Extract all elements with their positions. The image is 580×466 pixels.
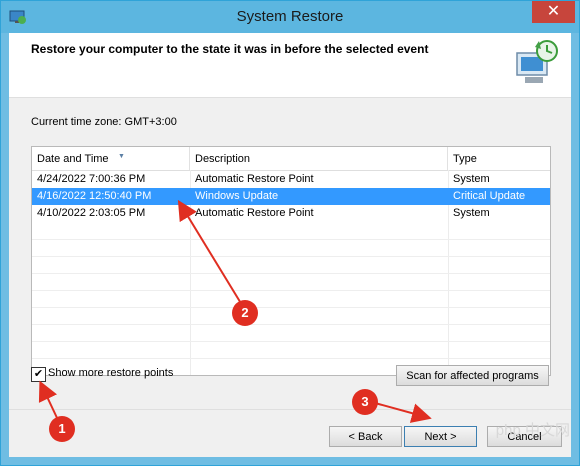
annotation-badge-1: 1 [49,416,75,442]
annotation-arrow-1 [38,380,59,421]
annotation-badge-3: 3 [352,389,378,415]
watermark: php 中文网 [495,422,570,439]
annotation-arrow-2 [177,199,243,306]
annotation-arrow-3 [374,402,432,423]
annotation-arrows [38,199,432,423]
annotation-badge-2: 2 [232,300,258,326]
